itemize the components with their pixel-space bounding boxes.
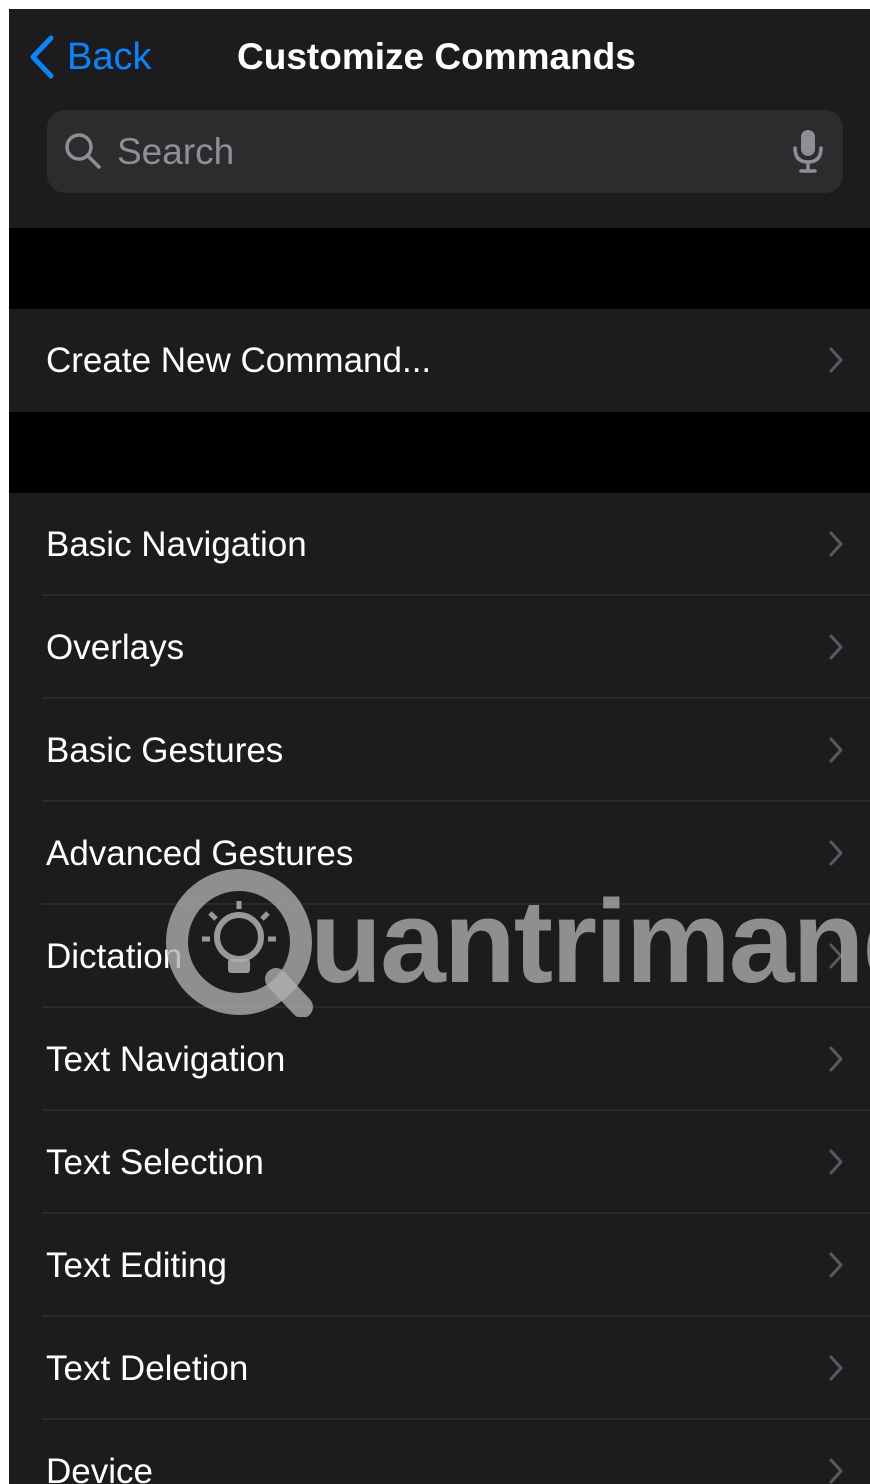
page-title: Customize Commands [237,36,636,77]
navigation-header: Back Customize Commands Search [9,9,870,228]
chevron-right-icon [828,1457,844,1484]
commands-section: Basic Navigation Overlays Basic Gestures… [9,493,870,1484]
command-row-text-selection[interactable]: Text Selection [9,1111,870,1214]
chevron-right-icon [828,942,844,970]
chevron-right-icon [828,839,844,867]
row-label: Overlays [46,628,185,667]
command-row-advanced-gestures[interactable]: Advanced Gestures [9,802,870,905]
create-section: Create New Command... [9,309,870,412]
command-row-dictation[interactable]: Dictation [9,905,870,1008]
chevron-right-icon [828,1148,844,1176]
search-placeholder: Search [117,131,235,172]
row-label: Text Deletion [46,1349,249,1388]
command-row-basic-navigation[interactable]: Basic Navigation [9,493,870,596]
row-label: Dictation [46,937,183,976]
row-label: Create New Command... [46,341,432,380]
row-label: Text Editing [46,1246,227,1285]
row-label: Device [46,1452,153,1484]
chevron-right-icon [828,1251,844,1279]
chevron-left-icon [29,33,59,81]
row-label: Text Selection [46,1143,264,1182]
command-row-text-editing[interactable]: Text Editing [9,1214,870,1317]
row-label: Advanced Gestures [46,834,354,873]
command-row-text-navigation[interactable]: Text Navigation [9,1008,870,1111]
command-row-device[interactable]: Device [9,1420,870,1484]
microphone-icon[interactable] [791,128,825,174]
chevron-right-icon [828,1045,844,1073]
chevron-right-icon [828,736,844,764]
screen: Back Customize Commands Search Create Ne… [9,9,870,1484]
chevron-right-icon [828,633,844,661]
search-field[interactable]: Search [47,110,843,193]
row-label: Basic Gestures [46,731,284,770]
row-label: Basic Navigation [46,525,307,564]
chevron-right-icon [828,530,844,558]
command-row-basic-gestures[interactable]: Basic Gestures [9,699,870,802]
row-label: Text Navigation [46,1040,286,1079]
back-label: Back [67,35,152,78]
create-new-command-row[interactable]: Create New Command... [9,309,870,412]
back-button[interactable]: Back [29,29,151,85]
search-icon [63,131,103,171]
command-row-text-deletion[interactable]: Text Deletion [9,1317,870,1420]
chevron-right-icon [828,346,844,374]
command-row-overlays[interactable]: Overlays [9,596,870,699]
chevron-right-icon [828,1354,844,1382]
